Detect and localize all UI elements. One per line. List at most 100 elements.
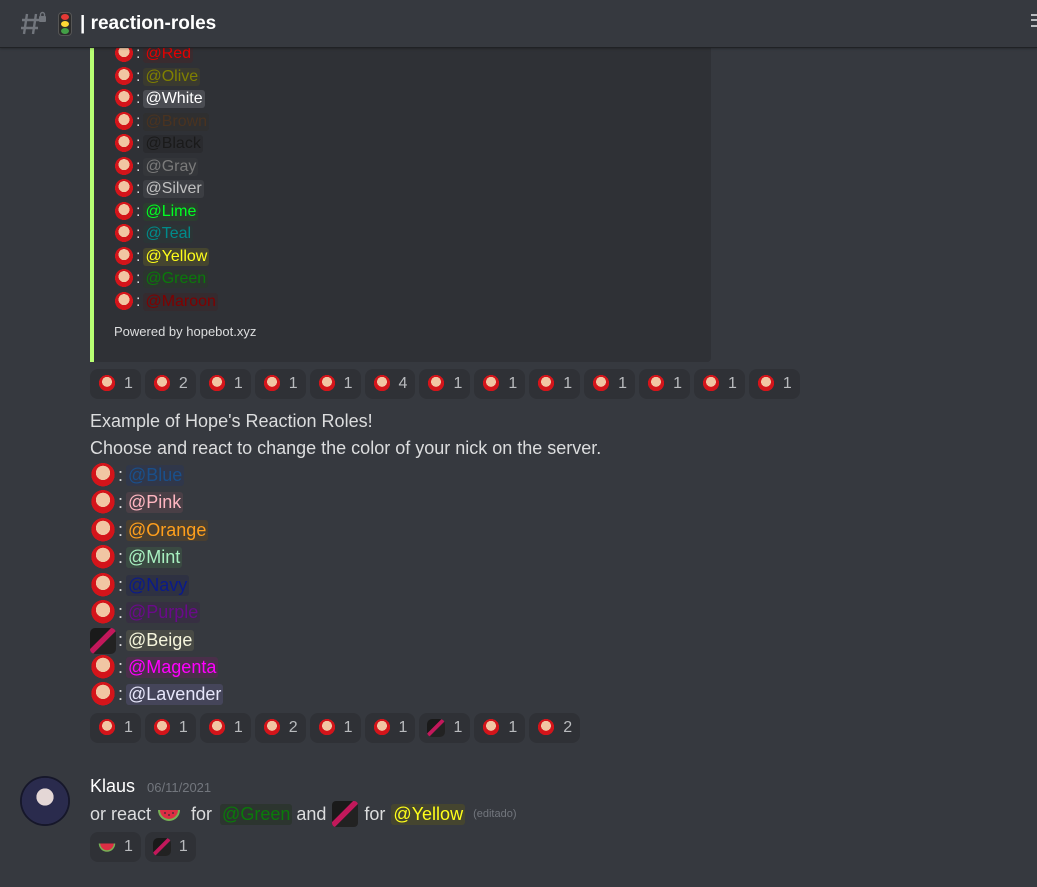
reactions-row: 1 1 1 2 1 1 1 1 2 [90, 713, 581, 743]
custom-emoji-icon [537, 375, 556, 393]
custom-emoji-icon [482, 719, 501, 737]
reaction-count: 1 [563, 375, 573, 392]
custom-emoji-icon [90, 681, 116, 708]
custom-emoji-icon [756, 375, 775, 393]
custom-emoji-icon [372, 719, 391, 737]
reaction-count: 1 [508, 719, 518, 736]
reaction[interactable]: 1 [90, 713, 141, 743]
role-mention[interactable]: @Green [143, 270, 209, 288]
custom-emoji-icon [114, 269, 134, 289]
role-mention[interactable]: @Gray [143, 158, 199, 176]
role-mention[interactable]: @Yellow [143, 248, 210, 266]
reaction[interactable]: 1 [309, 713, 361, 743]
reaction[interactable]: 1 [364, 713, 416, 743]
embed-role-line: : @White [114, 88, 205, 110]
custom-emoji-icon [701, 375, 720, 393]
custom-emoji-icon [90, 489, 116, 516]
role-mention[interactable]: @Navy [126, 575, 190, 596]
reaction-count: 1 [727, 375, 737, 392]
role-mention[interactable]: @Yellow [391, 803, 466, 825]
embed-role-line: : @Gray [114, 156, 199, 178]
author-name[interactable]: Klaus [90, 776, 135, 797]
reaction-count: 1 [618, 375, 628, 392]
custom-emoji-icon [262, 719, 281, 737]
reaction[interactable]: 1 [144, 832, 196, 862]
embed-role-line: : @Olive [114, 66, 201, 88]
message-header: Klaus 06/11/2021 [90, 776, 211, 797]
custom-emoji-icon [592, 375, 611, 393]
reaction[interactable]: 1 [419, 713, 471, 743]
reaction-count: 2 [178, 375, 188, 392]
custom-emoji-icon [90, 599, 116, 626]
custom-emoji-icon [317, 719, 336, 737]
role-mention[interactable]: @Purple [126, 602, 201, 623]
reaction[interactable]: 2 [529, 713, 581, 743]
custom-emoji-icon [114, 157, 134, 177]
channel-header: | reaction-roles [0, 0, 1037, 48]
embed-role-line: : @Black [114, 133, 203, 155]
reaction[interactable]: 1 [529, 369, 581, 399]
locked-text-channel-icon [20, 11, 48, 37]
custom-emoji-icon [90, 544, 116, 571]
avatar[interactable] [20, 776, 70, 826]
role-line: : @Blue [90, 462, 185, 489]
role-mention[interactable]: @Maroon [143, 293, 218, 311]
reaction[interactable]: 2 [144, 369, 196, 399]
reaction[interactable]: 1 [199, 369, 251, 399]
role-mention[interactable]: @Olive [143, 68, 201, 86]
role-mention[interactable]: @Black [143, 135, 203, 153]
custom-emoji-icon [90, 572, 116, 599]
role-mention[interactable]: @Orange [126, 520, 209, 541]
reaction[interactable]: 1 [693, 369, 745, 399]
custom-emoji-icon [537, 719, 556, 737]
custom-emoji-icon [152, 719, 171, 737]
custom-emoji-icon [647, 375, 666, 393]
custom-emoji-icon [332, 801, 359, 827]
reaction[interactable]: 1 [474, 369, 526, 399]
embed-role-line: : @Brown [114, 111, 210, 133]
reaction[interactable]: 1 [748, 369, 800, 399]
role-mention[interactable]: @Blue [126, 465, 185, 486]
reaction[interactable]: 1 [199, 713, 251, 743]
role-mention[interactable]: @Teal [143, 225, 194, 243]
role-line: : @Lavender [90, 681, 224, 708]
reaction[interactable]: 1 [90, 832, 141, 862]
custom-emoji-icon [90, 627, 116, 654]
reaction[interactable]: 4 [364, 369, 416, 399]
role-mention[interactable]: @Beige [126, 630, 195, 651]
reaction[interactable]: 2 [254, 713, 306, 743]
reaction-count: 1 [124, 375, 133, 392]
message-text: for [191, 803, 213, 824]
reaction-count: 1 [288, 375, 298, 392]
reaction[interactable]: 1 [639, 369, 690, 399]
reaction[interactable]: 1 [584, 369, 636, 399]
reaction-count: 1 [453, 375, 463, 392]
role-mention[interactable]: @Lavender [126, 684, 224, 705]
custom-emoji-icon [90, 517, 116, 544]
role-mention[interactable]: @Silver [143, 180, 204, 198]
reaction[interactable]: 1 [144, 713, 196, 743]
threads-icon[interactable] [1031, 10, 1037, 30]
reaction-count: 1 [673, 375, 682, 392]
reaction[interactable]: 1 [309, 369, 361, 399]
role-mention[interactable]: @Pink [126, 492, 184, 513]
reaction[interactable]: 1 [90, 369, 141, 399]
reaction[interactable]: 1 [474, 713, 526, 743]
role-mention[interactable]: @White [143, 90, 205, 108]
role-mention[interactable]: @Brown [143, 113, 210, 131]
role-mention[interactable]: @Mint [126, 547, 183, 568]
role-mention[interactable]: @Lime [143, 203, 199, 221]
embed: : @Red : @Olive : @White : @Brown : @Bla… [90, 40, 711, 362]
reaction-count: 1 [124, 838, 133, 855]
reaction[interactable]: 1 [254, 369, 306, 399]
reaction-count: 1 [124, 719, 133, 736]
role-line: : @Magenta [90, 654, 219, 681]
role-mention[interactable]: @Green [220, 803, 293, 825]
role-mention[interactable]: @Magenta [126, 657, 219, 678]
reaction[interactable]: 1 [419, 369, 471, 399]
channel-name: | reaction-roles [80, 12, 217, 34]
reaction-count: 2 [288, 719, 298, 736]
timestamp: 06/11/2021 [147, 780, 212, 795]
reaction-count: 1 [343, 719, 353, 736]
custom-emoji-icon [482, 375, 501, 393]
